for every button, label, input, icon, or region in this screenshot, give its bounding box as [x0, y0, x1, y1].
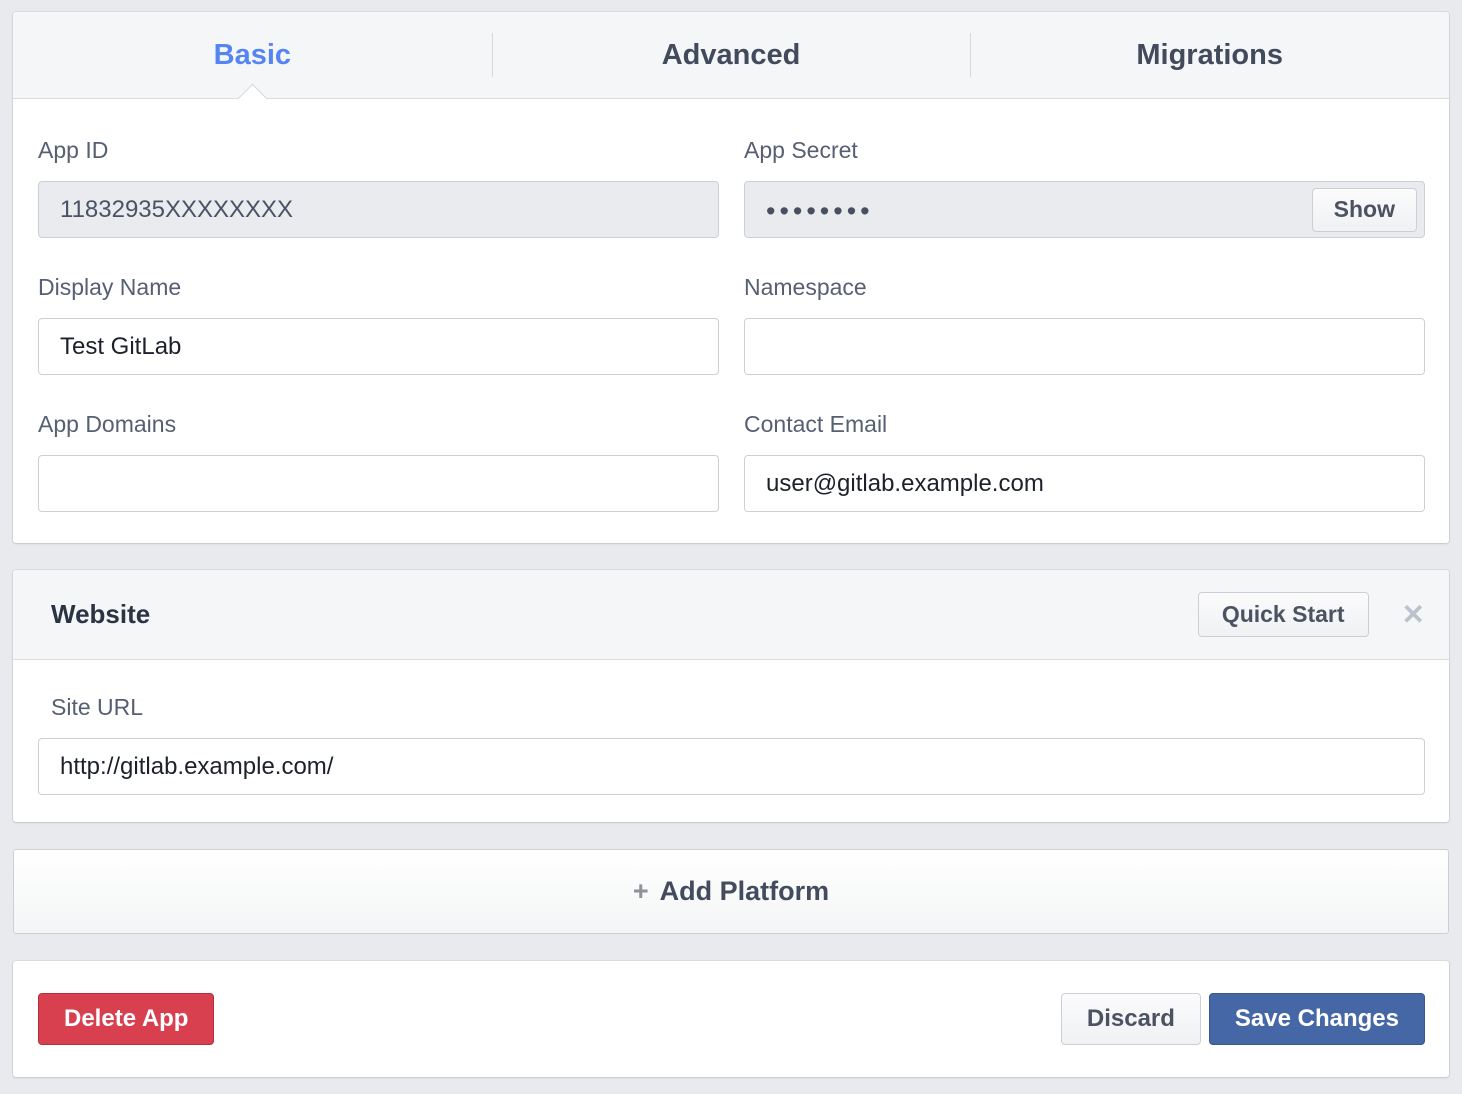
field-display-name: Display Name: [38, 273, 719, 375]
site-url-input[interactable]: [38, 738, 1425, 795]
show-secret-button[interactable]: Show: [1312, 188, 1417, 232]
tab-basic[interactable]: Basic: [13, 12, 492, 98]
basic-settings-card: Basic Advanced Migrations App ID App Sec…: [13, 12, 1449, 543]
app-domains-input[interactable]: [38, 455, 719, 512]
display-name-label: Display Name: [38, 273, 719, 302]
website-section-title: Website: [51, 599, 1198, 630]
app-id-input[interactable]: [38, 181, 719, 238]
field-site-url: Site URL: [38, 693, 1425, 795]
plus-icon: +: [633, 876, 649, 907]
field-namespace: Namespace: [744, 273, 1425, 375]
tab-migrations-label: Migrations: [1136, 39, 1283, 72]
tab-migrations[interactable]: Migrations: [970, 12, 1449, 98]
field-app-domains: App Domains: [38, 410, 719, 512]
quick-start-button[interactable]: Quick Start: [1198, 592, 1369, 637]
delete-app-button[interactable]: Delete App: [38, 993, 214, 1045]
tab-advanced[interactable]: Advanced: [492, 12, 971, 98]
close-icon[interactable]: ✕: [1402, 601, 1425, 629]
basic-settings-form: App ID App Secret •••••••• Show Display …: [13, 99, 1449, 543]
contact-email-label: Contact Email: [744, 410, 1425, 439]
app-secret-label: App Secret: [744, 136, 1425, 165]
namespace-label: Namespace: [744, 273, 1425, 302]
save-changes-button[interactable]: Save Changes: [1209, 993, 1425, 1045]
add-platform-label: Add Platform: [660, 876, 830, 907]
website-platform-card: Website Quick Start ✕ Site URL: [13, 570, 1449, 822]
app-domains-label: App Domains: [38, 410, 719, 439]
field-contact-email: Contact Email: [744, 410, 1425, 512]
display-name-input[interactable]: [38, 318, 719, 375]
contact-email-input[interactable]: [744, 455, 1425, 512]
website-card-body: Site URL: [13, 660, 1449, 822]
namespace-input[interactable]: [744, 318, 1425, 375]
field-app-secret: App Secret •••••••• Show: [744, 136, 1425, 238]
app-id-label: App ID: [38, 136, 719, 165]
app-settings-page: Basic Advanced Migrations App ID App Sec…: [0, 0, 1462, 1090]
app-secret-masked-value: ••••••••: [766, 194, 874, 225]
tab-basic-label: Basic: [214, 39, 291, 72]
tab-advanced-label: Advanced: [662, 39, 801, 72]
add-platform-button[interactable]: + Add Platform: [13, 849, 1449, 934]
actions-bar: Delete App Discard Save Changes: [13, 961, 1449, 1077]
website-card-header: Website Quick Start ✕: [13, 570, 1449, 660]
discard-button[interactable]: Discard: [1061, 993, 1201, 1045]
field-app-id: App ID: [38, 136, 719, 238]
site-url-label: Site URL: [51, 693, 1425, 722]
settings-tab-bar: Basic Advanced Migrations: [13, 12, 1449, 99]
app-secret-box: •••••••• Show: [744, 181, 1425, 238]
